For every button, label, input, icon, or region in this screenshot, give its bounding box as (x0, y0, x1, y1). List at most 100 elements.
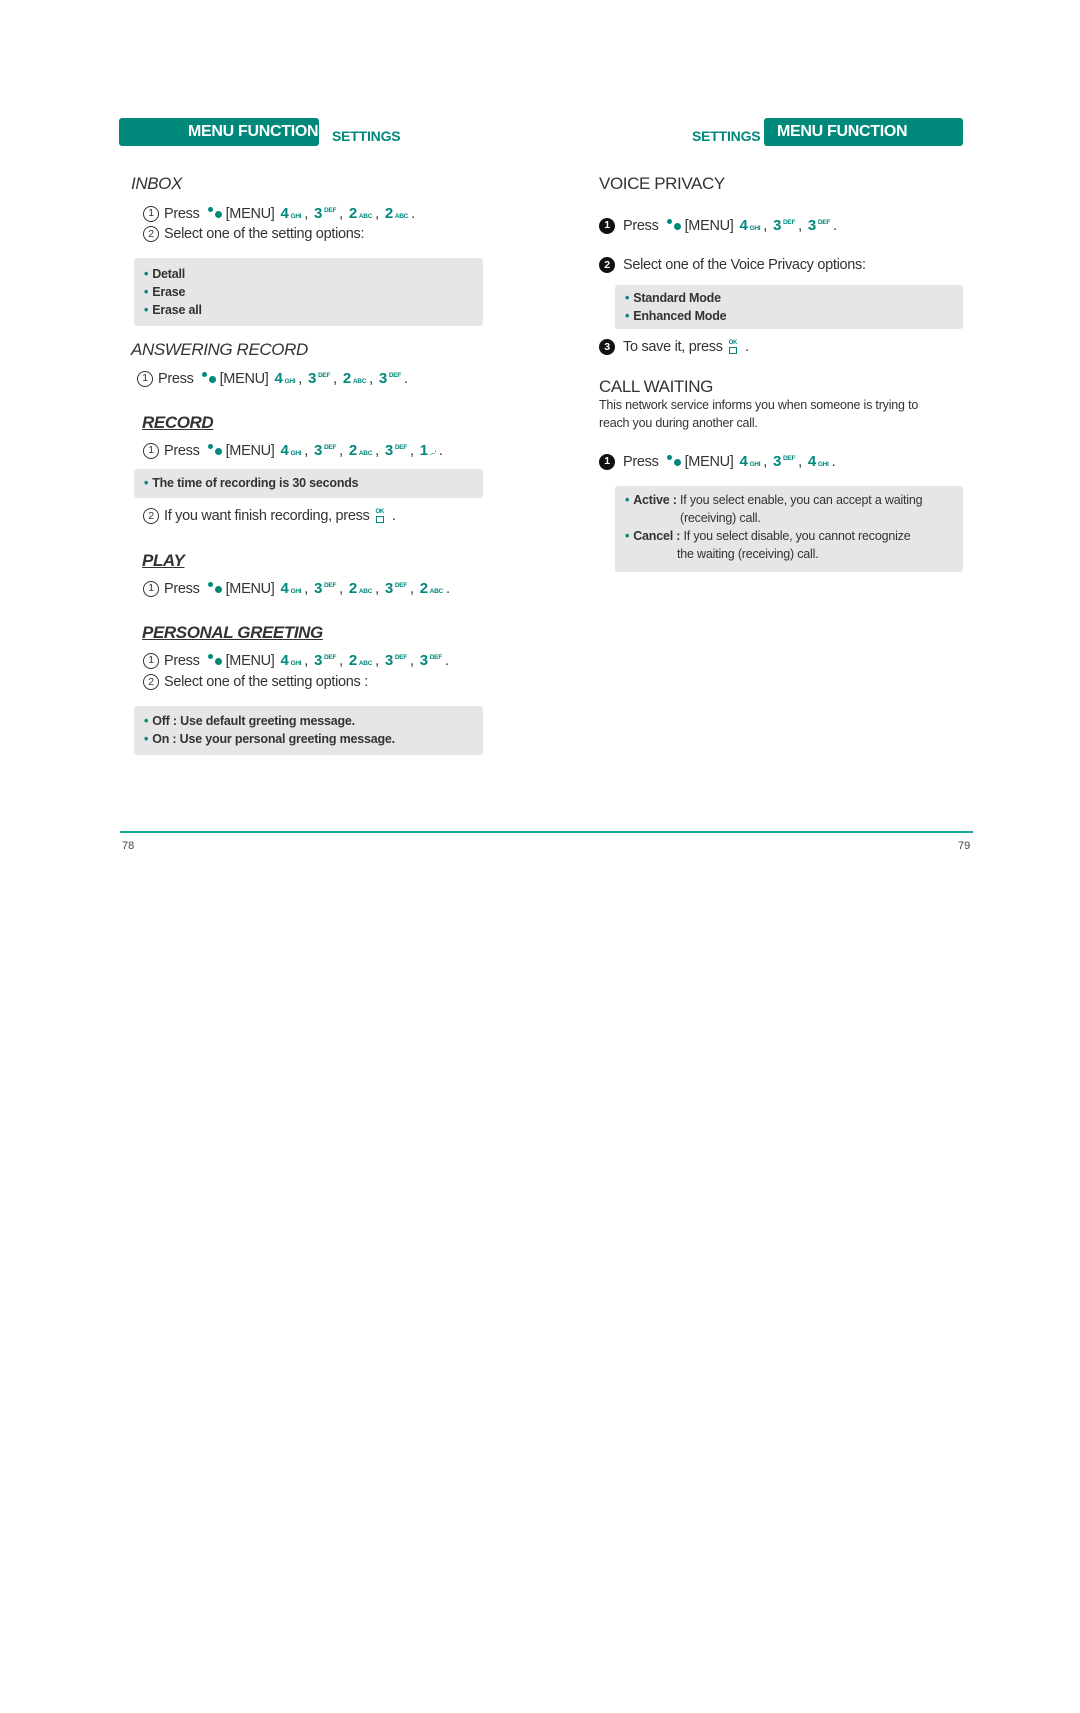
separator: , (798, 453, 802, 470)
menu-label: [MENU] (225, 580, 275, 597)
key-letters: DEF (324, 207, 337, 214)
key-letters: DEF (783, 219, 796, 226)
keypad-key-3: 3 DEF (313, 652, 337, 669)
separator: . (438, 442, 443, 459)
personal-greeting-step2: 2 Select one of the setting options : (143, 674, 368, 690)
answering-record-title: ANSWERING RECORD (131, 340, 308, 359)
keypad-key-3: 3 DEF (384, 652, 407, 669)
key-letters: DEF (429, 654, 442, 661)
keypad-key-2: 2 ABC (342, 370, 367, 387)
press-label: Press (623, 453, 659, 470)
header-bar-right: MENU FUNCTION (764, 118, 963, 146)
step-number: 1 (143, 580, 159, 597)
record-note-box: • The time of recording is 30 seconds (134, 469, 483, 498)
separator: , (763, 453, 767, 470)
footer-rule (120, 831, 973, 833)
keypad-key-4: 4 GHI (280, 442, 302, 459)
answering-record-step1: 1 Press [MENU] 4 GHI, 3 DEF, 2 ABC, 3 DEF. (137, 370, 408, 387)
keypad-key-3: 3 DEF (378, 370, 401, 387)
separator: , (339, 442, 343, 459)
separator: , (409, 652, 414, 669)
play-title: PLAY (142, 551, 185, 570)
keypad-key-3: 3 DEF (307, 370, 331, 387)
page-number-left: 78 (122, 840, 135, 852)
menu-key-dot-large (214, 657, 222, 665)
record-step2: 2 If you want finish recording, press OK… (143, 508, 396, 524)
page-number-right: 79 (958, 840, 971, 852)
key-letters: ABC (394, 213, 409, 220)
key-letters: DEF (324, 582, 337, 589)
keypad-key-2: 2 ABC (419, 580, 444, 597)
option-item: • Off : Use default greeting message. (144, 714, 355, 728)
key-letters: DEF (318, 372, 331, 379)
personal-greeting-title: PERSONAL GREETING (142, 623, 323, 642)
separator: . (411, 205, 415, 222)
keypad-key-3: 3 DEF (384, 580, 407, 597)
menu-key-dot-small (207, 581, 213, 587)
option-item: • On : Use your personal greeting message… (144, 732, 395, 746)
keypad-key-3: 3 DEF (419, 652, 442, 669)
option-item-cancel-cont: the waiting (receiving) call. (677, 547, 819, 561)
key-letters: GHI (290, 450, 302, 457)
menu-key-dot-small (207, 206, 213, 212)
key-letters: ABC (358, 588, 373, 595)
key-letters: ABC (358, 213, 373, 220)
separator: . (833, 217, 837, 234)
step-number: 2 (143, 674, 159, 690)
keypad-key-4: 4 GHI (739, 453, 761, 470)
separator: , (333, 370, 337, 387)
menu-key-dot-small (666, 454, 672, 460)
key-letters: GHI (817, 461, 829, 468)
keypad-key-1: 1 .–' (419, 442, 436, 459)
step-number: 1 (137, 370, 153, 387)
ok-key-icon: OK (729, 340, 737, 354)
header-title-right: MENU FUNCTION (777, 123, 908, 140)
separator: , (298, 370, 302, 387)
key-letters: GHI (290, 588, 302, 595)
key-letters: DEF (783, 455, 796, 462)
separator: , (798, 217, 802, 234)
separator: , (339, 205, 343, 222)
separator: , (304, 580, 308, 597)
step-text: Select one of the setting options: (164, 226, 365, 242)
key-letters: DEF (817, 219, 831, 226)
keypad-key-4: 4 GHI (739, 217, 761, 234)
menu-key-dot-large (214, 447, 222, 455)
menu-key-icon (206, 443, 222, 458)
option-item-active-cont: (receiving) call. (680, 511, 761, 525)
note-item: • The time of recording is 30 seconds (144, 476, 359, 490)
menu-label: [MENU] (684, 217, 734, 234)
menu-key-dot-large (208, 375, 216, 383)
menu-label: [MENU] (225, 652, 275, 669)
voice-privacy-step3: 3 To save it, press OK . (599, 339, 749, 355)
voice-privacy-options-box: • Standard Mode • Enhanced Mode (615, 285, 963, 329)
call-waiting-description: This network service informs you when so… (599, 398, 919, 430)
menu-key-dot-large (214, 585, 222, 593)
key-letters: DEF (324, 654, 337, 661)
menu-key-dot-large (673, 458, 681, 466)
press-label: Press (164, 580, 200, 597)
option-item: • Standard Mode (625, 291, 721, 305)
keypad-key-4: 4 GHI (280, 652, 302, 669)
keypad-key-3: 3 DEF (772, 453, 796, 470)
header-bar-left: MENU FUNCTION (119, 118, 319, 146)
keypad-key-3: 3 DEF (807, 217, 831, 234)
record-step1: 1 Press [MENU] 4 GHI, 3 DEF, 2 ABC, 3 DEF, 1 .–'. (143, 442, 443, 459)
press-label: Press (623, 217, 659, 234)
separator: , (304, 652, 308, 669)
press-label: Press (158, 370, 194, 387)
separator: , (339, 580, 343, 597)
separator: , (763, 217, 767, 234)
step-number: 1 (143, 205, 159, 222)
voice-privacy-title: VOICE PRIVACY (599, 174, 725, 193)
personal-greeting-step1: 1 Press [MENU] 4 GHI, 3 DEF, 2 ABC, 3 DEF, 3 DEF. (143, 652, 449, 669)
key-letters: GHI (290, 660, 302, 667)
menu-key-dot-small (207, 653, 213, 659)
record-title: RECORD (142, 413, 214, 432)
menu-key-dot-large (673, 222, 681, 230)
menu-label: [MENU] (225, 442, 275, 459)
keypad-key-3: 3 DEF (772, 217, 796, 234)
menu-key-icon (665, 454, 681, 469)
header-title-left: MENU FUNCTION (188, 123, 319, 140)
key-letters: .–' (429, 450, 436, 457)
